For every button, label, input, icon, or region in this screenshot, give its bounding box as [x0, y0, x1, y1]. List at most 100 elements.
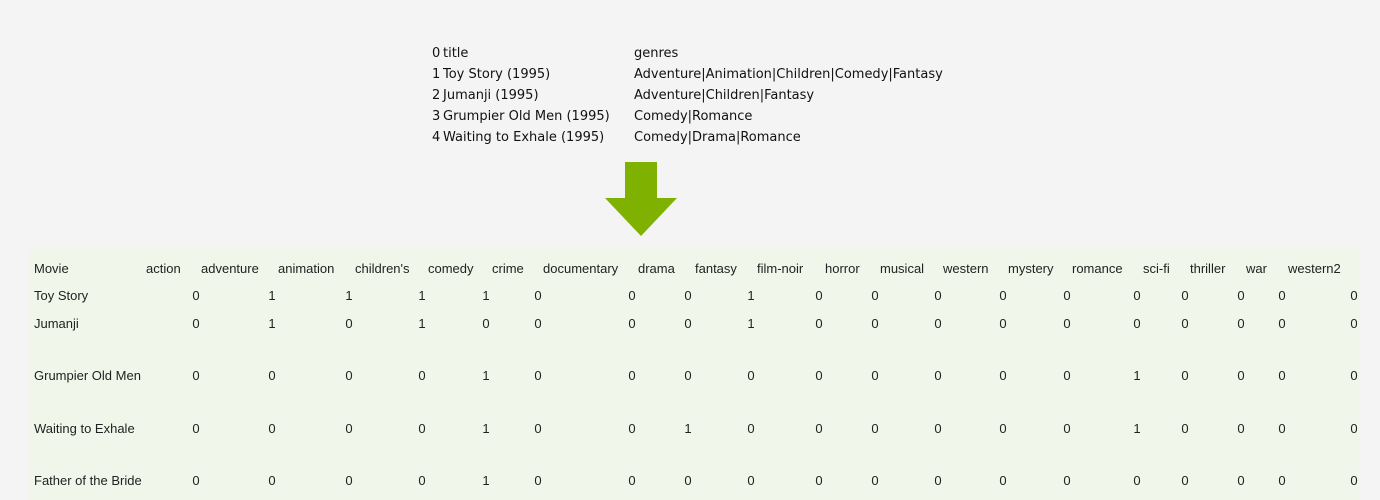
matrix-header-genre: sci-fi [1143, 261, 1170, 276]
matrix-value-cell: 0 [628, 473, 636, 488]
matrix-header-genre: children's [355, 261, 410, 276]
matrix-value-cell: 0 [192, 288, 200, 303]
matrix-value-cell: 0 [871, 473, 879, 488]
matrix-value-cell: 0 [1063, 288, 1071, 303]
matrix-value-cell: 0 [1278, 316, 1286, 331]
matrix-value-cell: 0 [1237, 288, 1245, 303]
matrix-value-cell: 0 [1278, 421, 1286, 436]
matrix-value-cell: 0 [482, 316, 490, 331]
matrix-value-cell: 0 [871, 368, 879, 383]
matrix-value-cell: 0 [871, 288, 879, 303]
matrix-header-genre: musical [880, 261, 925, 276]
matrix-row-movie-label: Waiting to Exhale [34, 421, 135, 436]
matrix-header-genre: drama [638, 261, 675, 276]
matrix-value-cell: 0 [1350, 288, 1358, 303]
matrix-value-cell: 1 [268, 288, 276, 303]
matrix-value-cell: 0 [628, 288, 636, 303]
matrix-value-cell: 0 [684, 473, 692, 488]
matrix-header-genre: crime [492, 261, 524, 276]
matrix-value-cell: 0 [1181, 288, 1189, 303]
matrix-value-cell: 0 [871, 421, 879, 436]
matrix-value-cell: 0 [747, 368, 755, 383]
matrix-value-cell: 0 [1278, 368, 1286, 383]
matrix-value-cell: 0 [934, 473, 942, 488]
matrix-header-genre: comedy [428, 261, 474, 276]
matrix-value-cell: 0 [192, 368, 200, 383]
matrix-row-movie-label: Father of the Bride [34, 473, 142, 488]
matrix-row-movie-label: Jumanji [34, 316, 79, 331]
matrix-value-cell: 1 [747, 316, 755, 331]
matrix-value-cell: 0 [1237, 473, 1245, 488]
matrix-header-genre: mystery [1008, 261, 1054, 276]
matrix-value-cell: 0 [871, 316, 879, 331]
matrix-row-movie-label: Toy Story [34, 288, 89, 303]
matrix-value-cell: 0 [268, 368, 276, 383]
matrix-value-cell: 0 [934, 368, 942, 383]
matrix-value-cell: 0 [345, 316, 353, 331]
matrix-value-cell: 1 [1133, 421, 1141, 436]
matrix-value-cell: 0 [815, 316, 823, 331]
matrix-value-cell: 0 [534, 421, 542, 436]
matrix-value-cell: 0 [684, 288, 692, 303]
matrix-value-cell: 1 [345, 288, 353, 303]
matrix-header-genre: western [943, 261, 989, 276]
matrix-value-cell: 0 [345, 421, 353, 436]
matrix-value-cell: 0 [534, 473, 542, 488]
matrix-value-cell: 0 [192, 421, 200, 436]
genre-matrix: Movie action adventure animation children's c… [0, 0, 1380, 500]
matrix-value-cell: 0 [1063, 316, 1071, 331]
matrix-value-cell: 1 [268, 316, 276, 331]
matrix-value-cell: 0 [1181, 368, 1189, 383]
matrix-value-cell: 0 [534, 368, 542, 383]
matrix-header-genre: thriller [1190, 261, 1226, 276]
matrix-value-cell: 0 [747, 421, 755, 436]
matrix-value-cell: 0 [999, 368, 1007, 383]
matrix-value-cell: 0 [747, 473, 755, 488]
matrix-value-cell: 1 [482, 421, 490, 436]
matrix-header-genre: adventure [201, 261, 259, 276]
matrix-value-cell: 0 [1181, 316, 1189, 331]
matrix-value-cell: 0 [1063, 421, 1071, 436]
matrix-row-movie-label: Grumpier Old Men [34, 368, 141, 383]
matrix-value-cell: 0 [934, 421, 942, 436]
matrix-value-cell: 0 [1237, 316, 1245, 331]
matrix-value-cell: 0 [684, 368, 692, 383]
matrix-value-cell: 0 [1278, 288, 1286, 303]
matrix-value-cell: 0 [1350, 368, 1358, 383]
matrix-value-cell: 0 [268, 473, 276, 488]
matrix-value-cell: 0 [1063, 368, 1071, 383]
matrix-value-cell: 0 [418, 473, 426, 488]
matrix-value-cell: 1 [1133, 368, 1141, 383]
matrix-value-cell: 0 [192, 473, 200, 488]
matrix-header-genre: horror [825, 261, 860, 276]
matrix-header-genre: fantasy [695, 261, 737, 276]
matrix-value-cell: 0 [345, 368, 353, 383]
matrix-value-cell: 1 [482, 368, 490, 383]
matrix-header-movie: Movie [34, 261, 69, 276]
matrix-value-cell: 0 [999, 421, 1007, 436]
matrix-value-cell: 0 [628, 368, 636, 383]
matrix-value-cell: 0 [1237, 421, 1245, 436]
matrix-header-genre: film-noir [757, 261, 804, 276]
matrix-value-cell: 0 [418, 421, 426, 436]
matrix-value-cell: 0 [999, 473, 1007, 488]
matrix-value-cell: 1 [482, 288, 490, 303]
matrix-value-cell: 0 [1181, 421, 1189, 436]
matrix-header-genre: western2 [1288, 261, 1341, 276]
matrix-value-cell: 0 [628, 421, 636, 436]
matrix-value-cell: 0 [268, 421, 276, 436]
matrix-header-genre: animation [278, 261, 335, 276]
matrix-value-cell: 0 [345, 473, 353, 488]
matrix-value-cell: 0 [815, 421, 823, 436]
matrix-value-cell: 1 [418, 288, 426, 303]
matrix-value-cell: 0 [999, 288, 1007, 303]
matrix-value-cell: 1 [418, 316, 426, 331]
matrix-header-genre: war [1246, 261, 1267, 276]
matrix-value-cell: 0 [628, 316, 636, 331]
matrix-header-genre: romance [1072, 261, 1123, 276]
matrix-value-cell: 0 [1237, 368, 1245, 383]
matrix-value-cell: 0 [815, 368, 823, 383]
matrix-value-cell: 0 [1350, 316, 1358, 331]
matrix-value-cell: 0 [815, 473, 823, 488]
matrix-value-cell: 0 [1350, 421, 1358, 436]
